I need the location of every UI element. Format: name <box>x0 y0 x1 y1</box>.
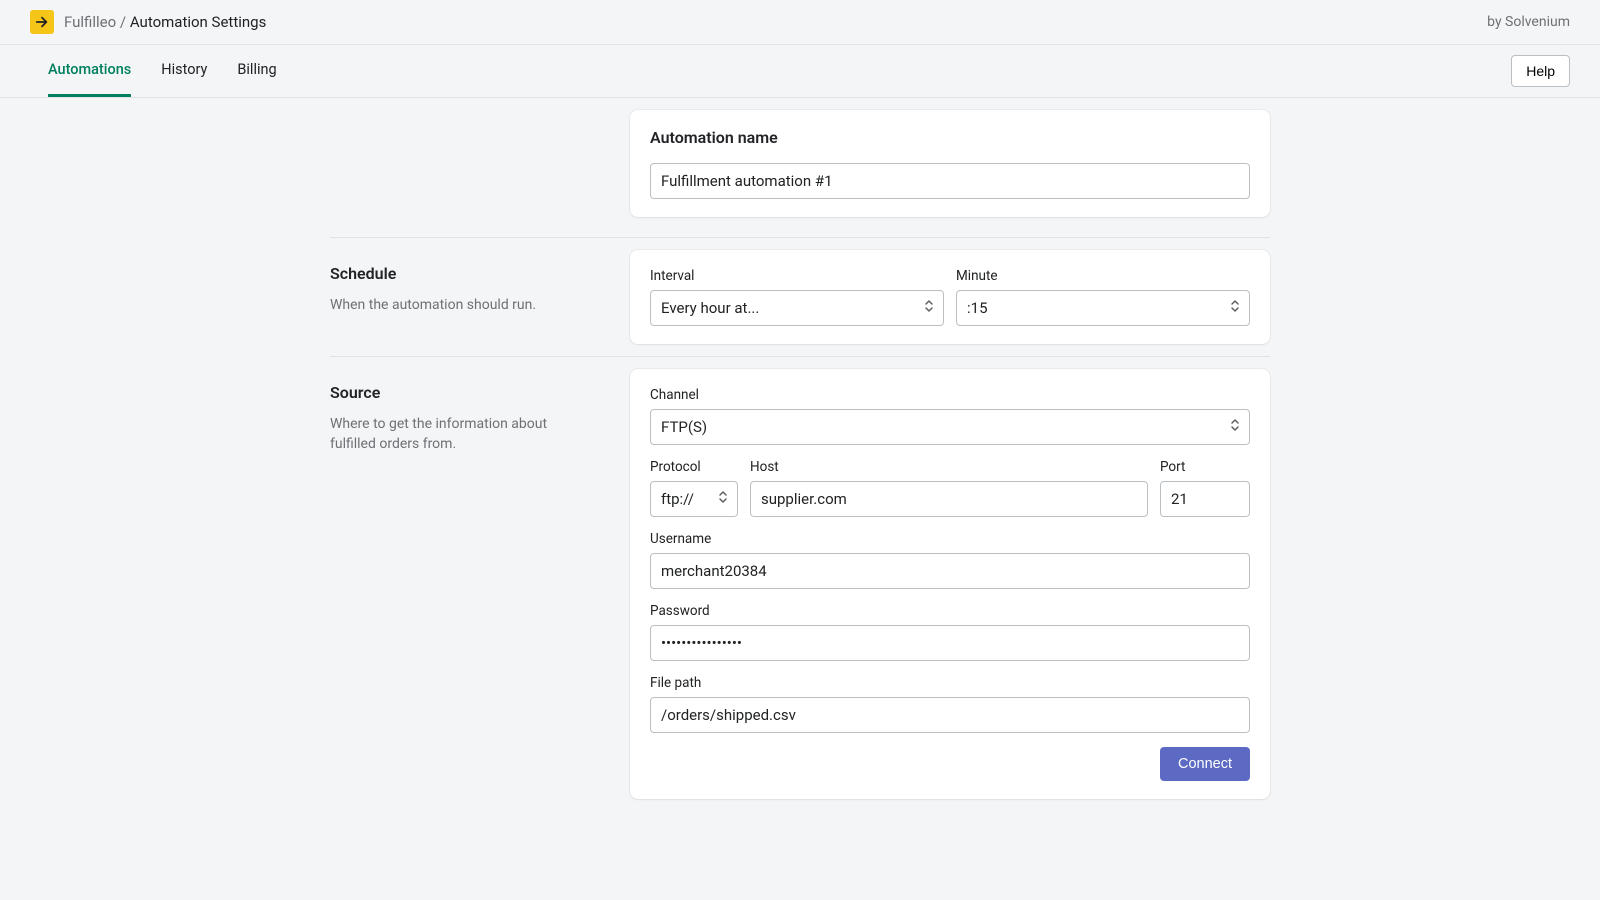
interval-select[interactable]: Every hour at... <box>650 290 944 326</box>
breadcrumb-current: Automation Settings <box>130 13 267 31</box>
label-password: Password <box>650 603 1250 619</box>
label-channel: Channel <box>650 387 1250 403</box>
section-schedule: Schedule When the automation should run.… <box>330 238 1270 357</box>
label-interval: Interval <box>650 268 944 284</box>
vendor-byline: by Solvenium <box>1487 14 1570 30</box>
label-filepath: File path <box>650 675 1250 691</box>
topbar: Fulfilleo / Automation Settings by Solve… <box>0 0 1600 45</box>
connect-button[interactable]: Connect <box>1160 747 1250 781</box>
section-title-source: Source <box>330 383 590 402</box>
host-input[interactable] <box>750 481 1148 517</box>
section-name: Automation name <box>330 98 1270 238</box>
tab-automations[interactable]: Automations <box>48 45 131 97</box>
section-source: Source Where to get the information abou… <box>330 357 1270 811</box>
protocol-select[interactable]: ftp:// <box>650 481 738 517</box>
username-input[interactable] <box>650 553 1250 589</box>
help-button[interactable]: Help <box>1511 55 1570 87</box>
card-name: Automation name <box>630 110 1270 217</box>
label-host: Host <box>750 459 1148 475</box>
label-username: Username <box>650 531 1250 547</box>
card-source: Channel FTP(S) Protocol ftp:// <box>630 369 1270 799</box>
section-desc-schedule: When the automation should run. <box>330 295 590 315</box>
tabbar: Automations History Billing Help <box>0 45 1600 98</box>
app-logo <box>30 10 54 34</box>
tab-history[interactable]: History <box>161 45 207 97</box>
section-title-schedule: Schedule <box>330 264 590 283</box>
breadcrumb-app[interactable]: Fulfilleo <box>64 13 116 31</box>
channel-select[interactable]: FTP(S) <box>650 409 1250 445</box>
breadcrumb: Fulfilleo / Automation Settings <box>64 13 266 31</box>
password-input[interactable] <box>650 625 1250 661</box>
card-schedule: Interval Every hour at... Minute <box>630 250 1270 344</box>
section-desc-source: Where to get the information about fulfi… <box>330 414 590 455</box>
minute-select[interactable]: :15 <box>956 290 1250 326</box>
breadcrumb-separator: / <box>120 13 126 31</box>
tab-billing[interactable]: Billing <box>237 45 276 97</box>
card-title-name: Automation name <box>650 128 1250 147</box>
label-protocol: Protocol <box>650 459 738 475</box>
label-port: Port <box>1160 459 1250 475</box>
filepath-input[interactable] <box>650 697 1250 733</box>
port-input[interactable] <box>1160 481 1250 517</box>
arrow-right-icon <box>35 15 49 29</box>
label-minute: Minute <box>956 268 1250 284</box>
automation-name-input[interactable] <box>650 163 1250 199</box>
